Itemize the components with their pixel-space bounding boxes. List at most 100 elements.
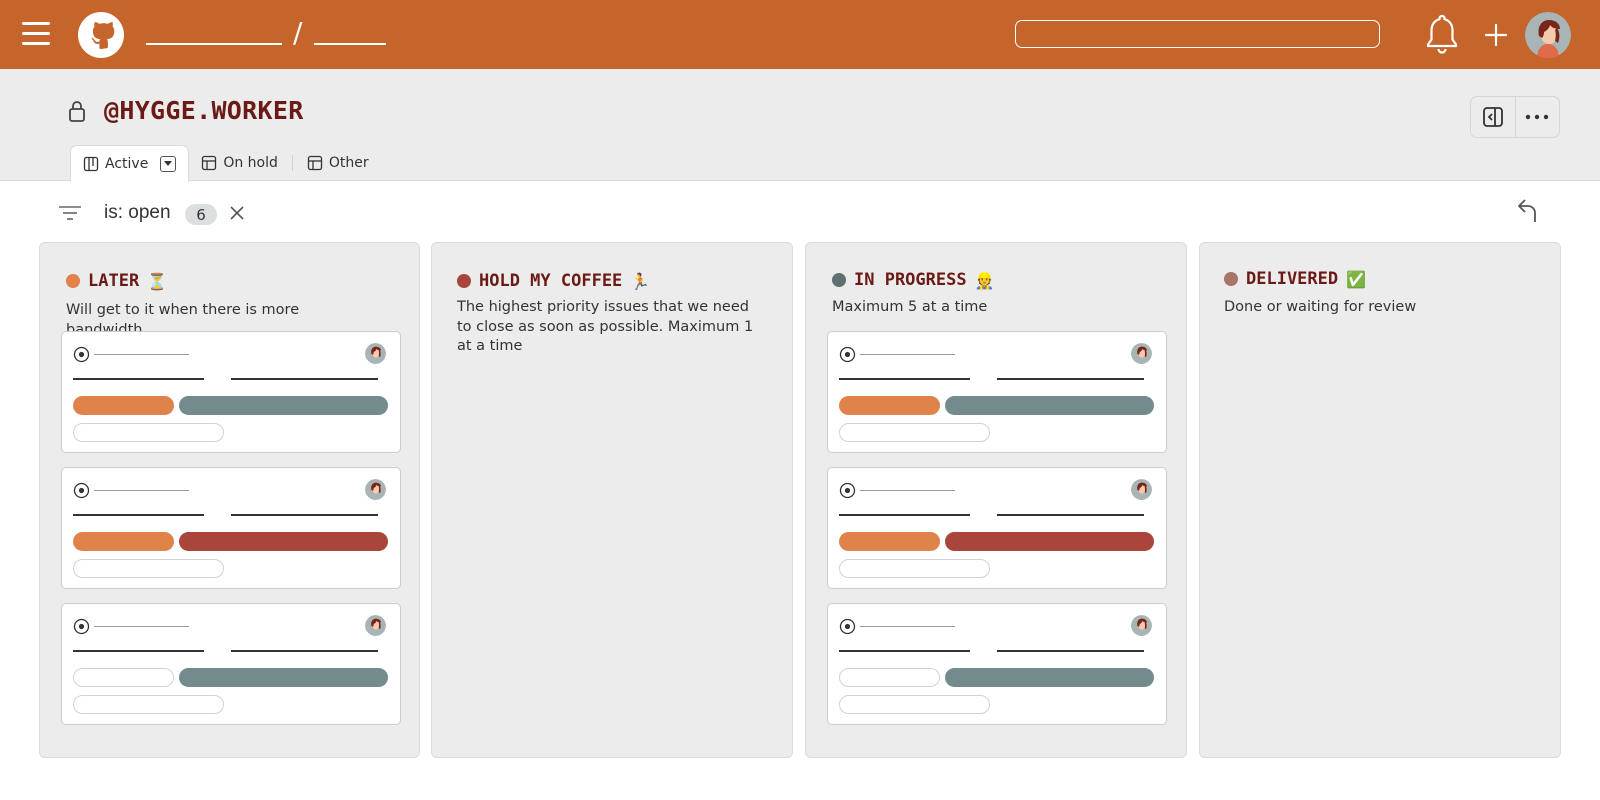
issue-meta-placeholder (997, 378, 1144, 380)
column-status-dot (832, 273, 846, 287)
column-header: HOLD MY COFFEE 🏃 (457, 271, 650, 291)
issue-meta-placeholder (997, 514, 1144, 516)
issue-meta-placeholder (231, 514, 378, 516)
issue-card[interactable] (61, 467, 401, 589)
issue-title-placeholder (860, 490, 955, 491)
close-icon[interactable] (229, 205, 245, 221)
open-issue-icon (839, 618, 856, 635)
issue-meta-placeholder (73, 514, 204, 516)
field-pill-empty (73, 423, 224, 442)
column-header: DELIVERED ✅ (1224, 269, 1366, 289)
panel-toggle-button[interactable] (1471, 97, 1515, 137)
breadcrumb-separator: / (293, 16, 303, 49)
more-icon (1526, 114, 1549, 120)
field-pill-empty (839, 423, 990, 442)
label-pill-empty (839, 668, 940, 687)
issue-card[interactable] (827, 603, 1167, 725)
filter-query[interactable]: is: open (104, 202, 171, 224)
column-title: IN PROGRESS (854, 270, 967, 290)
field-pill-empty (73, 559, 224, 578)
header-button-group (1470, 96, 1560, 138)
label-pill (945, 532, 1154, 551)
project-header: @HYGGE.WORKER Active On hold Other (0, 69, 1600, 182)
hourglass-icon: ⏳ (147, 271, 168, 291)
chevron-down-icon (164, 161, 173, 166)
label-pill (73, 532, 174, 551)
search-input[interactable] (1015, 20, 1380, 48)
issue-card[interactable] (61, 603, 401, 725)
issue-title-placeholder (94, 354, 189, 355)
view-tabs: Active On hold Other (70, 144, 381, 182)
breadcrumb-repo[interactable] (314, 43, 386, 45)
issue-meta-placeholder (997, 650, 1144, 652)
construction-worker-icon: 👷 (974, 270, 995, 290)
top-bar: / (0, 0, 1600, 69)
tab-divider (291, 155, 293, 171)
label-pill (73, 396, 174, 415)
issue-meta-placeholder (839, 650, 970, 652)
project-title: @HYGGE.WORKER (104, 96, 304, 125)
board-icon (83, 156, 99, 172)
tab-active[interactable]: Active (70, 145, 190, 182)
issue-meta-placeholder (839, 514, 970, 516)
panel-toggle-icon (1483, 107, 1503, 127)
issue-card[interactable] (827, 331, 1167, 453)
label-pill (839, 396, 940, 415)
tab-label: Other (328, 155, 369, 171)
board-column-hold-my-coffee: HOLD MY COFFEE 🏃 The highest priority is… (431, 242, 793, 758)
field-pill-empty (73, 695, 224, 714)
column-description: Done or waiting for review (1224, 299, 1417, 315)
label-pill (839, 532, 940, 551)
hamburger-menu-icon[interactable] (22, 22, 50, 46)
running-icon: 🏃 (630, 271, 651, 291)
label-pill (179, 668, 388, 687)
user-avatar[interactable] (1525, 12, 1571, 58)
board-column-later: LATER ⏳ Will get to it when there is mor… (39, 242, 420, 758)
issue-title-placeholder (94, 626, 189, 627)
tab-other[interactable]: Other (295, 145, 381, 181)
open-issue-icon (839, 482, 856, 499)
breadcrumb-owner[interactable] (146, 43, 282, 45)
lock-icon (69, 101, 85, 122)
filter-icon[interactable] (58, 204, 82, 222)
filter-count-badge: 6 (185, 204, 217, 225)
more-options-button[interactable] (1514, 97, 1559, 137)
column-title: HOLD MY COFFEE (479, 271, 623, 291)
board-column-in-progress: IN PROGRESS 👷 Maximum 5 at a time (805, 242, 1187, 758)
open-issue-icon (839, 346, 856, 363)
label-pill-empty (73, 668, 174, 687)
label-pill (945, 668, 1154, 687)
label-pill (179, 532, 388, 551)
column-status-dot (457, 274, 471, 288)
assignee-avatar (1131, 479, 1152, 500)
issue-meta-placeholder (231, 378, 378, 380)
issue-card[interactable] (61, 331, 401, 453)
column-header: IN PROGRESS 👷 (832, 270, 995, 290)
label-pill (179, 396, 388, 415)
plus-icon[interactable] (1485, 24, 1507, 46)
issue-title-placeholder (94, 490, 189, 491)
table-icon (307, 155, 323, 171)
column-description: The highest priority issues that we need… (457, 299, 754, 354)
bell-icon[interactable] (1424, 12, 1460, 56)
column-status-dot (66, 274, 80, 288)
field-pill-empty (839, 695, 990, 714)
github-logo-icon[interactable] (78, 12, 124, 58)
column-description: Maximum 5 at a time (832, 299, 988, 315)
issue-card[interactable] (827, 467, 1167, 589)
issue-meta-placeholder (73, 378, 204, 380)
undo-icon[interactable] (1514, 196, 1542, 224)
table-icon (202, 155, 217, 171)
column-title: DELIVERED (1246, 269, 1339, 289)
assignee-avatar (365, 343, 386, 364)
assignee-avatar (365, 615, 386, 636)
tab-menu-caret[interactable] (160, 156, 177, 172)
assignee-avatar (1131, 343, 1152, 364)
tab-label: On hold (223, 155, 278, 171)
assignee-avatar (1131, 615, 1152, 636)
issue-meta-placeholder (73, 650, 204, 652)
board-column-delivered: DELIVERED ✅ Done or waiting for review (1199, 242, 1561, 758)
tab-on-hold[interactable]: On hold (189, 145, 290, 181)
label-pill (945, 396, 1154, 415)
issue-meta-placeholder (231, 650, 378, 652)
